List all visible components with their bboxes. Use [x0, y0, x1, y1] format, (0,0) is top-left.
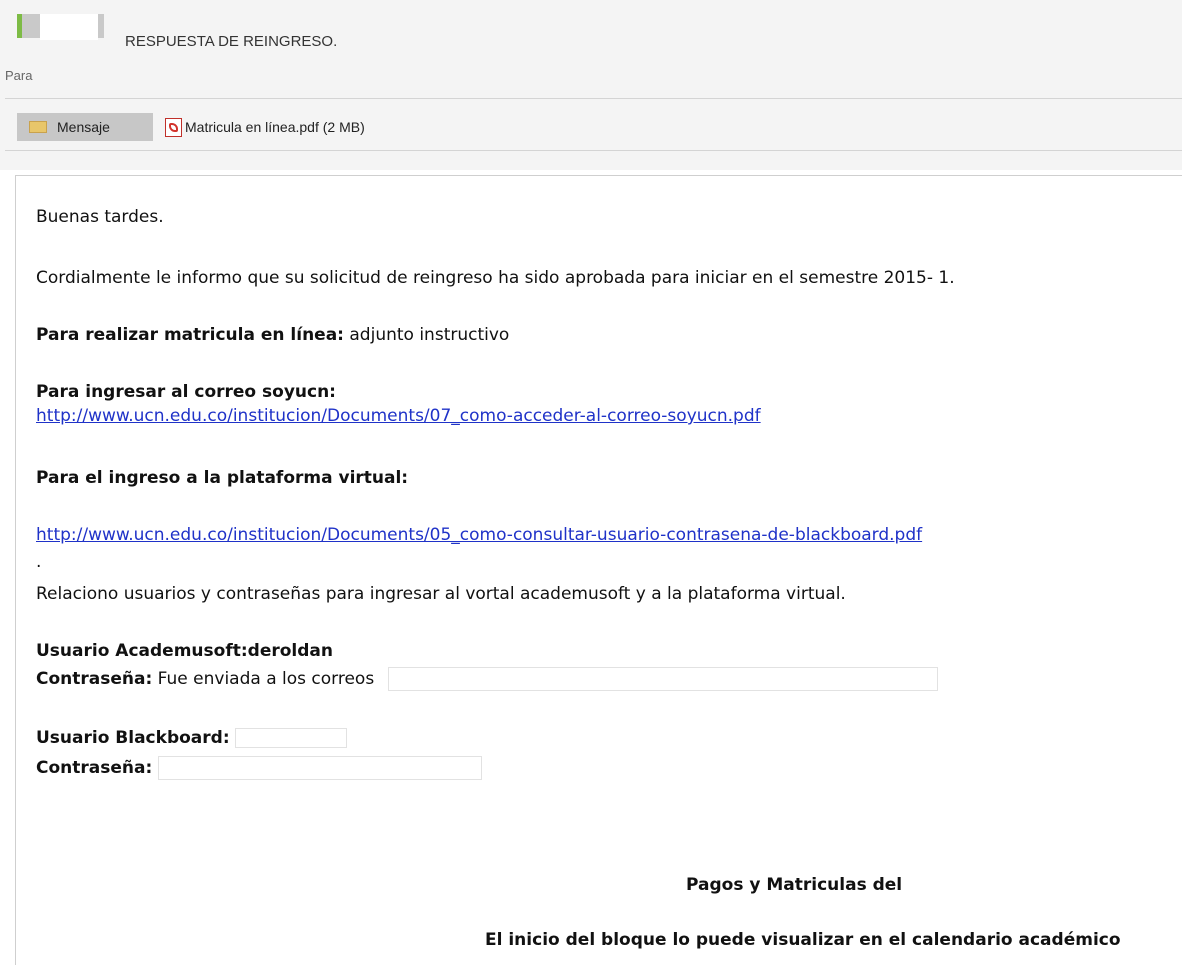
correo-link[interactable]: http://www.ucn.edu.co/institucion/Docume…	[36, 406, 761, 426]
dot-text: .	[36, 552, 42, 572]
envelope-icon	[29, 121, 47, 133]
greeting: Buenas tardes.	[36, 207, 164, 227]
correo-link-line: http://www.ucn.edu.co/institucion/Docume…	[36, 406, 761, 426]
redacted-username	[235, 728, 348, 748]
pagos-line: Pagos y Matriculas del	[686, 875, 902, 895]
redacted-password	[157, 756, 482, 780]
pdf-icon	[165, 117, 182, 137]
pagos-text: Pagos y Matriculas del	[686, 875, 903, 895]
message-body-frame	[15, 175, 1182, 965]
sender-color-icon	[17, 14, 105, 40]
contrasena-line: Contraseña: Fue enviada a los correos	[36, 667, 938, 691]
divider	[5, 150, 1182, 151]
message-header: RESPUESTA DE REINGRESO. Para Mensaje Mat…	[0, 0, 1182, 170]
matricula-line: Para realizar matricula en línea: adjunt…	[36, 325, 509, 345]
usuario-academusoft: Usuario Academusoft:deroldan	[36, 641, 333, 661]
contrasena2-line: Contraseña:	[36, 756, 482, 780]
usuario-blackboard-line: Usuario Blackboard:	[36, 728, 348, 748]
inicio-text: El inicio del bloque lo puede visualizar…	[485, 930, 1121, 950]
plataforma-link-line: http://www.ucn.edu.co/institucion/Docume…	[36, 525, 922, 545]
redacted-emails	[387, 667, 938, 691]
attachment-label: Matricula en línea.pdf (2 MB)	[185, 119, 365, 135]
to-label: Para	[5, 68, 33, 83]
matricula-label: Para realizar matricula en línea:	[36, 325, 344, 345]
usuario-blackboard: Usuario Blackboard:	[36, 728, 230, 748]
relaciono-text: Relaciono usuarios y contraseñas para in…	[36, 584, 846, 604]
contrasena2-label: Contraseña:	[36, 758, 153, 778]
subject-line: RESPUESTA DE REINGRESO.	[125, 33, 338, 50]
plataforma-label: Para el ingreso a la plataforma virtual:	[36, 468, 409, 488]
message-tab[interactable]: Mensaje	[17, 113, 153, 141]
plataforma-link[interactable]: http://www.ucn.edu.co/institucion/Docume…	[36, 525, 922, 545]
message-tab-label: Mensaje	[57, 119, 110, 135]
correo-label: Para ingresar al correo soyucn:	[36, 382, 336, 402]
matricula-text: adjunto instructivo	[343, 325, 510, 345]
contrasena-label: Contraseña:	[36, 669, 153, 689]
contrasena-text: Fue enviada a los correos	[152, 669, 375, 689]
intro-text: Cordialmente le informo que su solicitud…	[36, 268, 955, 288]
attachment-item[interactable]: Matricula en línea.pdf (2 MB)	[165, 113, 365, 141]
divider	[5, 98, 1182, 99]
